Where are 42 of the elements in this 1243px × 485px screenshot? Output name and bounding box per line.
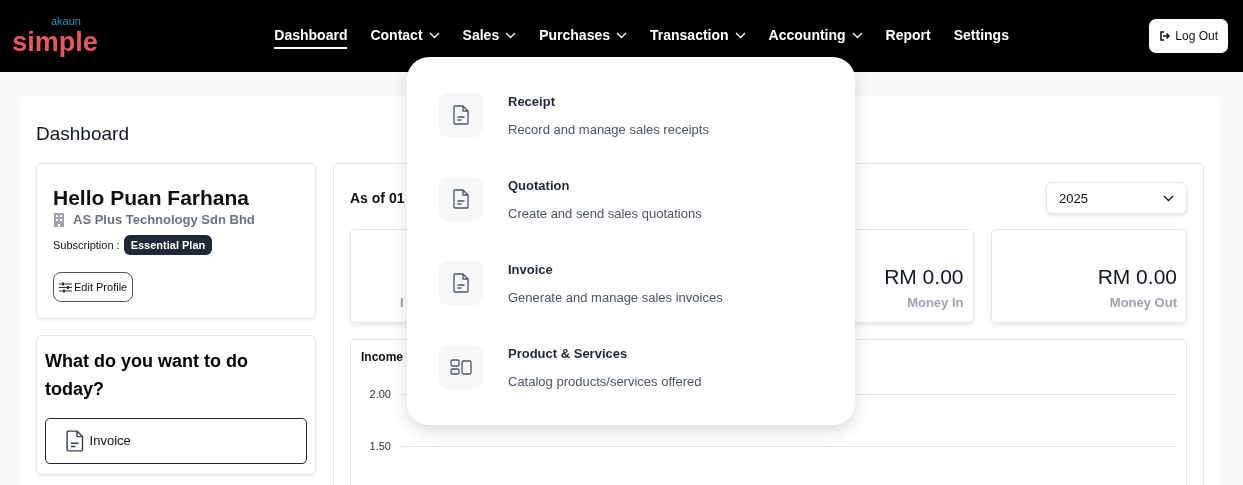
logo-small-text[interactable]: akaun — [51, 15, 81, 27]
catalog-icon — [450, 359, 472, 375]
menu-item[interactable]: Invoice Generate and manage sales invoices — [439, 261, 823, 305]
sliders-icon — [59, 281, 72, 293]
stat-label: I — [399, 295, 404, 310]
document-icon — [453, 273, 469, 293]
chevron-down-icon — [1163, 194, 1174, 202]
nav-item[interactable]: Report — [885, 23, 931, 49]
greeting: Hello Puan Farhana — [53, 186, 251, 210]
stat-label: Money In — [907, 295, 964, 310]
menu-item[interactable]: Product & Services Catalog products/services offered — [439, 345, 823, 389]
nav-item[interactable]: Accounting — [768, 23, 863, 49]
menu-item[interactable]: Receipt Record and manage sales receipts — [439, 93, 823, 137]
document-icon — [66, 429, 84, 452]
company-name: AS Plus Technology Sdn Bhd — [73, 212, 255, 227]
stat-value: RM 0.00 — [1097, 265, 1177, 289]
actions-title: What do you want to do today? — [45, 350, 249, 401]
axis-tick-label: 2.00 — [368, 388, 391, 400]
edit-profile-button[interactable]: Edit Profile — [53, 272, 134, 302]
plan-badge: Essential Plan — [123, 235, 213, 255]
quick-action-button[interactable]: Invoice — [45, 417, 307, 464]
as-of-date: As of 01 — [350, 190, 405, 206]
logo-text[interactable]: simple — [12, 27, 98, 57]
axis-tick-label: 1.50 — [368, 440, 391, 452]
building-icon — [53, 212, 65, 227]
nav-item[interactable]: Transaction — [650, 23, 746, 49]
document-icon — [453, 189, 469, 209]
stat-value: RM 0.00 — [884, 265, 964, 289]
menu-item[interactable]: Quotation Create and send sales quotations — [439, 177, 823, 221]
page-title: Dashboard — [36, 123, 129, 145]
nav-item[interactable]: Dashboard — [274, 23, 348, 49]
chart-title: Income — [361, 350, 403, 364]
subscription-label: Subscription : — [53, 239, 120, 251]
nav-item[interactable]: Purchases — [539, 23, 627, 49]
stat-label: Money Out — [1109, 295, 1177, 310]
logout-button[interactable]: Log Out — [1149, 19, 1228, 53]
year-select[interactable]: 2025 — [1046, 182, 1187, 214]
document-icon — [453, 105, 469, 125]
logout-icon — [1159, 31, 1171, 41]
nav-item[interactable]: Settings — [953, 23, 1009, 49]
nav-item[interactable]: Sales — [462, 23, 517, 49]
nav-item[interactable]: Contact — [370, 23, 440, 49]
